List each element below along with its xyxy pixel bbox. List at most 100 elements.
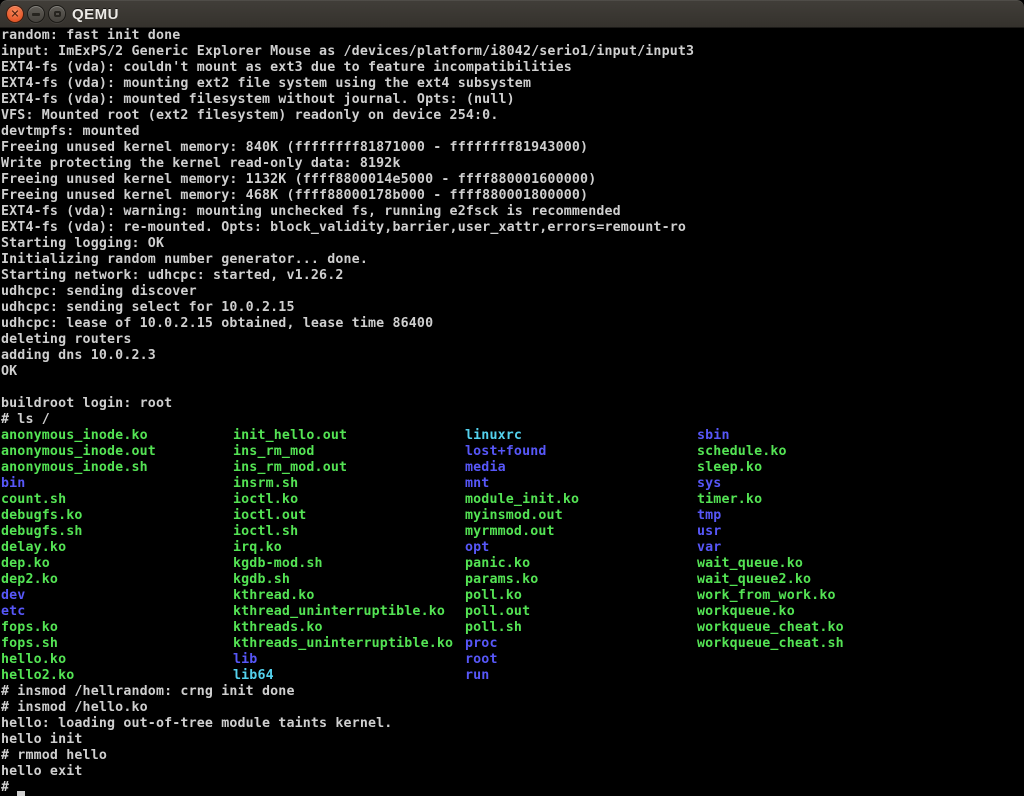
terminal-line: udhcpc: sending select for 10.0.2.15 xyxy=(1,300,1024,316)
file-listing-row: devkthread.kopoll.kowork_from_work.ko xyxy=(1,588,1024,604)
file-entry: fops.sh xyxy=(1,636,233,652)
close-icon: ✕ xyxy=(10,8,19,19)
terminal-line xyxy=(1,380,1024,396)
close-button[interactable]: ✕ xyxy=(6,5,24,23)
qemu-window: ✕ QEMU random: fast init doneinput: ImEx… xyxy=(0,0,1024,796)
terminal-line: EXT4-fs (vda): couldn't mount as ext3 du… xyxy=(1,60,1024,76)
minimize-icon xyxy=(32,13,40,16)
file-entry: mnt xyxy=(465,476,697,492)
file-listing-row: anonymous_inode.outins_rm_modlost+founds… xyxy=(1,444,1024,460)
file-entry: var xyxy=(697,540,929,556)
file-entry: linuxrc xyxy=(465,428,697,444)
file-entry: dep2.ko xyxy=(1,572,233,588)
file-entry: anonymous_inode.sh xyxy=(1,460,233,476)
terminal-line: Initializing random number generator... … xyxy=(1,252,1024,268)
file-entry: bin xyxy=(1,476,233,492)
maximize-icon xyxy=(54,11,61,17)
file-entry: kthreads_uninterruptible.ko xyxy=(233,636,465,652)
file-entry: lost+found xyxy=(465,444,697,460)
prompt-symbol: # xyxy=(1,780,17,795)
terminal-line: Starting logging: OK xyxy=(1,236,1024,252)
file-entry: dev xyxy=(1,588,233,604)
file-entry: sys xyxy=(697,476,929,492)
window-title: QEMU xyxy=(72,0,119,28)
terminal-screen[interactable]: random: fast init doneinput: ImExPS/2 Ge… xyxy=(0,28,1024,796)
minimize-button[interactable] xyxy=(27,5,45,23)
file-entry: anonymous_inode.ko xyxy=(1,428,233,444)
terminal-line: EXT4-fs (vda): warning: mounting uncheck… xyxy=(1,204,1024,220)
file-entry: delay.ko xyxy=(1,540,233,556)
file-entry: run xyxy=(465,668,697,684)
file-listing-row: hello.kolibroot xyxy=(1,652,1024,668)
file-entry: root xyxy=(465,652,697,668)
terminal-line: EXT4-fs (vda): mounted filesystem withou… xyxy=(1,92,1024,108)
file-entry: myinsmod.out xyxy=(465,508,697,524)
file-entry: insrm.sh xyxy=(233,476,465,492)
file-entry: wait_queue.ko xyxy=(697,556,929,572)
file-entry: anonymous_inode.out xyxy=(1,444,233,460)
file-entry: ins_rm_mod.out xyxy=(233,460,465,476)
terminal-line: input: ImExPS/2 Generic Explorer Mouse a… xyxy=(1,44,1024,60)
terminal-line: adding dns 10.0.2.3 xyxy=(1,348,1024,364)
terminal-line: hello exit xyxy=(1,764,1024,780)
boot-log: random: fast init doneinput: ImExPS/2 Ge… xyxy=(1,28,1024,396)
file-entry: opt xyxy=(465,540,697,556)
file-listing-row: debugfs.koioctl.outmyinsmod.outtmp xyxy=(1,508,1024,524)
file-entry: panic.ko xyxy=(465,556,697,572)
terminal-line: Starting network: udhcpc: started, v1.26… xyxy=(1,268,1024,284)
file-entry: poll.sh xyxy=(465,620,697,636)
file-entry: usr xyxy=(697,524,929,540)
file-entry: myrmmod.out xyxy=(465,524,697,540)
file-entry: module_init.ko xyxy=(465,492,697,508)
file-listing-row: etckthread_uninterruptible.kopoll.outwor… xyxy=(1,604,1024,620)
file-entry: init_hello.out xyxy=(233,428,465,444)
file-entry: media xyxy=(465,460,697,476)
file-entry: ioctl.out xyxy=(233,508,465,524)
terminal-line: udhcpc: lease of 10.0.2.15 obtained, lea… xyxy=(1,316,1024,332)
file-entry: dep.ko xyxy=(1,556,233,572)
file-entry: poll.out xyxy=(465,604,697,620)
terminal-line: Freeing unused kernel memory: 1132K (fff… xyxy=(1,172,1024,188)
window-titlebar[interactable]: ✕ QEMU xyxy=(0,0,1024,28)
file-entry: kthread.ko xyxy=(233,588,465,604)
terminal-line: EXT4-fs (vda): re-mounted. Opts: block_v… xyxy=(1,220,1024,236)
file-entry: debugfs.ko xyxy=(1,508,233,524)
file-entry: work_from_work.ko xyxy=(697,588,929,604)
terminal-line: devtmpfs: mounted xyxy=(1,124,1024,140)
file-entry: debugfs.sh xyxy=(1,524,233,540)
file-listing-row: bininsrm.shmntsys xyxy=(1,476,1024,492)
file-entry: params.ko xyxy=(465,572,697,588)
file-entry: tmp xyxy=(697,508,929,524)
file-entry: ioctl.ko xyxy=(233,492,465,508)
terminal-line: Freeing unused kernel memory: 840K (ffff… xyxy=(1,140,1024,156)
terminal-line: Write protecting the kernel read-only da… xyxy=(1,156,1024,172)
file-entry: ioctl.sh xyxy=(233,524,465,540)
file-listing-row: debugfs.shioctl.shmyrmmod.outusr xyxy=(1,524,1024,540)
terminal-line: udhcpc: sending discover xyxy=(1,284,1024,300)
ls-command-line: # ls / xyxy=(1,412,1024,428)
file-listing: anonymous_inode.koinit_hello.outlinuxrcs… xyxy=(1,428,1024,684)
file-entry: workqueue_cheat.ko xyxy=(697,620,929,636)
file-entry: etc xyxy=(1,604,233,620)
terminal-line: EXT4-fs (vda): mounting ext2 file system… xyxy=(1,76,1024,92)
maximize-button[interactable] xyxy=(48,5,66,23)
file-entry: proc xyxy=(465,636,697,652)
file-entry: schedule.ko xyxy=(697,444,929,460)
login-line: buildroot login: root xyxy=(1,396,1024,412)
file-entry: kthreads.ko xyxy=(233,620,465,636)
file-entry: ins_rm_mod xyxy=(233,444,465,460)
file-entry: hello.ko xyxy=(1,652,233,668)
file-entry: kthread_uninterruptible.ko xyxy=(233,604,465,620)
shell-log: # insmod /hellrandom: crng init done# in… xyxy=(1,684,1024,780)
file-entry: count.sh xyxy=(1,492,233,508)
file-listing-row: delay.koirq.kooptvar xyxy=(1,540,1024,556)
file-listing-row: count.shioctl.komodule_init.kotimer.ko xyxy=(1,492,1024,508)
file-listing-row: dep.kokgdb-mod.shpanic.kowait_queue.ko xyxy=(1,556,1024,572)
terminal-line: # insmod /hello.ko xyxy=(1,700,1024,716)
file-entry: irq.ko xyxy=(233,540,465,556)
terminal-cursor xyxy=(17,780,25,796)
file-listing-row: anonymous_inode.shins_rm_mod.outmediasle… xyxy=(1,460,1024,476)
terminal-line: random: fast init done xyxy=(1,28,1024,44)
file-entry: timer.ko xyxy=(697,492,929,508)
file-entry: lib64 xyxy=(233,668,465,684)
